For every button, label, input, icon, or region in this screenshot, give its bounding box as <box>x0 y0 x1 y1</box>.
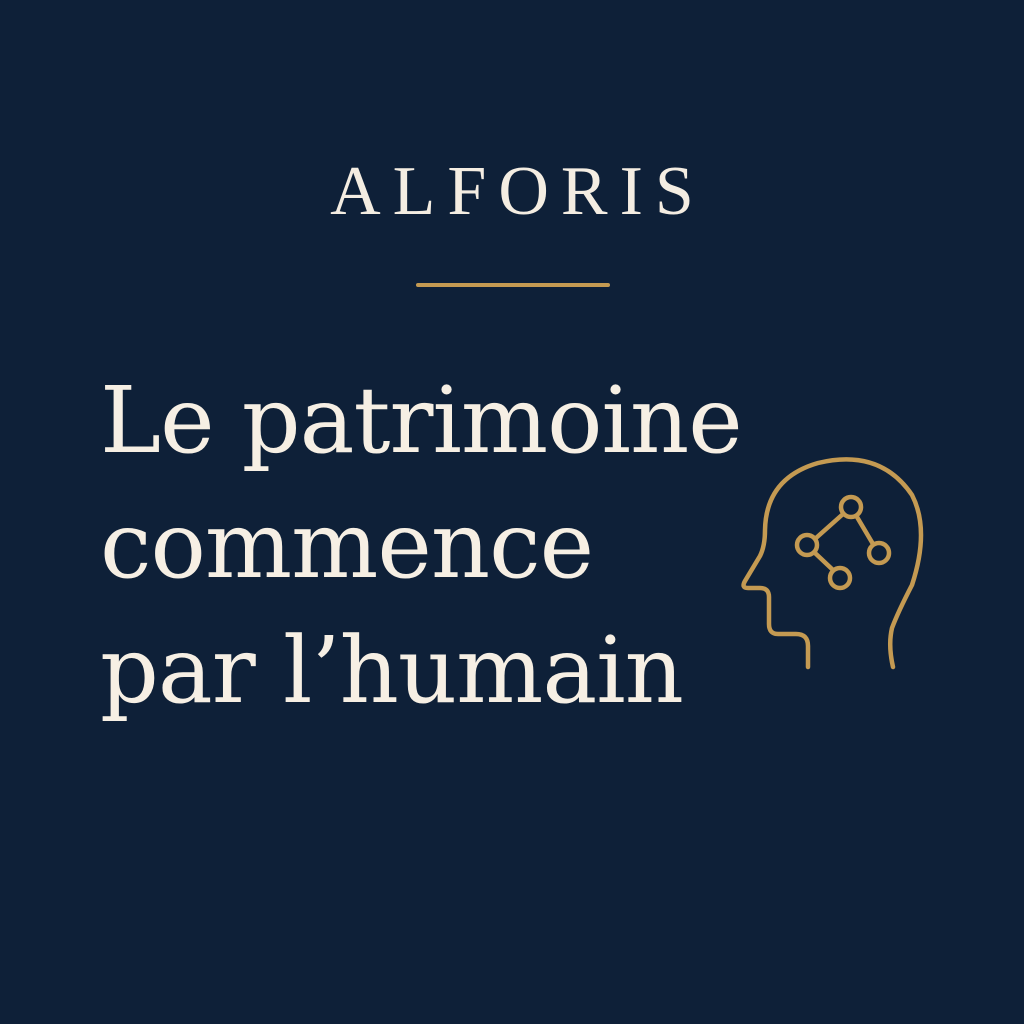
network-node <box>838 494 864 520</box>
network-node <box>827 565 853 591</box>
network-node <box>866 540 892 566</box>
head-network-icon <box>741 457 924 670</box>
head-outline <box>741 457 924 670</box>
network-node <box>794 532 820 558</box>
